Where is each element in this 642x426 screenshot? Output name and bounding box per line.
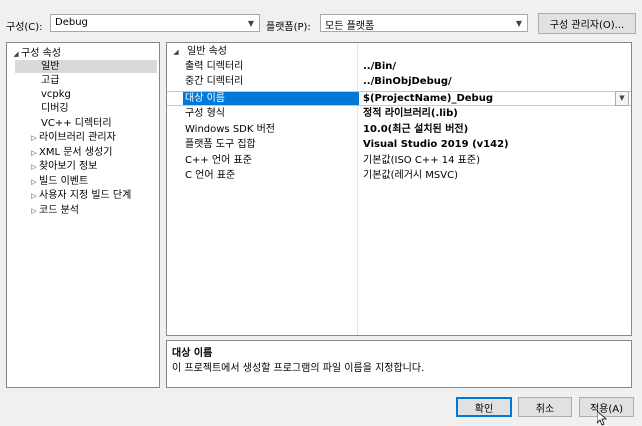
- tree-item-build-events[interactable]: ▷ 빌드 이벤트: [29, 175, 88, 188]
- tree-item-label: 일반: [41, 61, 60, 72]
- cancel-button[interactable]: 취소: [518, 397, 572, 417]
- section-header[interactable]: ◢ 일반 속성: [167, 45, 631, 58]
- dropdown-arrow-icon[interactable]: ▼: [615, 91, 629, 106]
- chevron-down-icon: ▼: [515, 18, 523, 28]
- tree-item-general[interactable]: 일반: [15, 60, 157, 73]
- tree-root[interactable]: ◢ 구성 속성: [11, 47, 61, 60]
- tree-item-code-analysis[interactable]: ▷ 코드 분석: [29, 204, 79, 217]
- ok-button[interactable]: 확인: [456, 397, 512, 417]
- tree-item-label: 라이브러리 관리자: [39, 132, 116, 143]
- property-row[interactable]: Windows SDK 버전 10.0(최근 설치된 버전): [167, 123, 631, 136]
- property-value: Visual Studio 2019 (v142): [363, 139, 509, 150]
- config-manager-button[interactable]: 구성 관리자(O)...: [538, 13, 636, 34]
- platform-label: 플랫폼(P):: [266, 22, 311, 33]
- mouse-cursor-icon: [597, 411, 608, 426]
- tree-item-label: 빌드 이벤트: [39, 176, 89, 187]
- property-row-selected[interactable]: 대상 이름 $(ProjectName)_Debug ▼: [167, 91, 631, 106]
- collapsed-arrow-icon: ▷: [31, 207, 37, 215]
- tree-item-librarian[interactable]: ▷ 라이브러리 관리자: [29, 131, 116, 144]
- collapsed-arrow-icon: ▷: [31, 134, 37, 142]
- tree-item-browse-info[interactable]: ▷ 찾아보기 정보: [29, 160, 97, 173]
- tree-item-label: vcpkg: [41, 89, 71, 100]
- property-grid[interactable]: ◢ 일반 속성 출력 디렉터리 ../Bin/ 중간 디렉터리 ../BinOb…: [166, 42, 632, 336]
- config-select[interactable]: Debug ▼: [50, 14, 260, 32]
- section-title: 일반 속성: [187, 46, 227, 57]
- platform-value: 모든 플랫폼: [325, 21, 375, 32]
- tree-item-debugging[interactable]: 디버깅: [41, 102, 69, 115]
- property-name: 대상 이름: [183, 92, 359, 105]
- tree-item-label: 디버깅: [41, 103, 69, 114]
- description-title: 대상 이름: [172, 348, 213, 359]
- property-name: 플랫폼 도구 집합: [185, 139, 256, 150]
- category-tree[interactable]: ◢ 구성 속성 일반 고급 vcpkg 디버깅 VC++ 디렉터리 ▷ 라이브러리 …: [6, 42, 160, 388]
- property-value: 기본값(레거시 MSVC): [363, 170, 458, 181]
- tree-item-advanced[interactable]: 고급: [41, 74, 59, 87]
- description-text: 이 프로젝트에서 생성할 프로그램의 파일 이름을 지정합니다.: [172, 363, 425, 374]
- property-value: ../BinObjDebug/: [363, 76, 452, 87]
- property-row[interactable]: 출력 디렉터리 ../Bin/: [167, 60, 631, 73]
- property-name: C 언어 표준: [185, 170, 236, 181]
- property-value: $(ProjectName)_Debug: [363, 93, 493, 104]
- tree-item-vcpkg[interactable]: vcpkg: [41, 88, 71, 101]
- property-row[interactable]: C 언어 표준 기본값(레거시 MSVC): [167, 169, 631, 182]
- collapsed-arrow-icon: ▷: [31, 163, 37, 171]
- tree-root-label: 구성 속성: [21, 48, 61, 59]
- collapsed-arrow-icon: ▷: [31, 192, 37, 200]
- collapse-arrow-icon: ◢: [173, 48, 179, 56]
- collapsed-arrow-icon: ▷: [31, 178, 37, 186]
- property-name: 중간 디렉터리: [185, 76, 244, 87]
- tree-item-vc-directories[interactable]: VC++ 디렉터리: [41, 117, 112, 130]
- property-row[interactable]: C++ 언어 표준 기본값(ISO C++ 14 표준): [167, 154, 631, 167]
- property-name: 출력 디렉터리: [185, 61, 244, 72]
- property-value: 기본값(ISO C++ 14 표준): [363, 155, 480, 166]
- tree-item-xml-doc[interactable]: ▷ XML 문서 생성기: [29, 146, 112, 159]
- description-panel: 대상 이름 이 프로젝트에서 생성할 프로그램의 파일 이름을 지정합니다.: [166, 340, 632, 388]
- property-name: 구성 형식: [185, 108, 225, 119]
- config-label: 구성(C):: [6, 22, 43, 33]
- property-value: ../Bin/: [363, 61, 397, 72]
- tree-item-label: 코드 분석: [39, 205, 79, 216]
- platform-select[interactable]: 모든 플랫폼 ▼: [320, 14, 528, 32]
- property-row[interactable]: 플랫폼 도구 집합 Visual Studio 2019 (v142): [167, 138, 631, 151]
- tree-item-label: 고급: [41, 75, 60, 86]
- tree-item-custom-build[interactable]: ▷ 사용자 지정 빌드 단계: [29, 189, 131, 202]
- property-value: 10.0(최근 설치된 버전): [363, 124, 469, 135]
- tree-item-label: 사용자 지정 빌드 단계: [39, 190, 132, 201]
- tree-item-label: VC++ 디렉터리: [41, 118, 112, 129]
- property-name: C++ 언어 표준: [185, 155, 252, 166]
- property-row[interactable]: 중간 디렉터리 ../BinObjDebug/: [167, 75, 631, 88]
- property-row[interactable]: 구성 형식 정적 라이브러리(.lib): [167, 107, 631, 120]
- property-value: 정적 라이브러리(.lib): [363, 108, 458, 119]
- tree-item-label: 찾아보기 정보: [39, 161, 98, 172]
- chevron-down-icon: ▼: [247, 18, 255, 28]
- config-value: Debug: [55, 17, 88, 28]
- collapsed-arrow-icon: ▷: [31, 149, 37, 157]
- property-name: Windows SDK 버전: [185, 124, 276, 135]
- tree-item-label: XML 문서 생성기: [39, 147, 113, 158]
